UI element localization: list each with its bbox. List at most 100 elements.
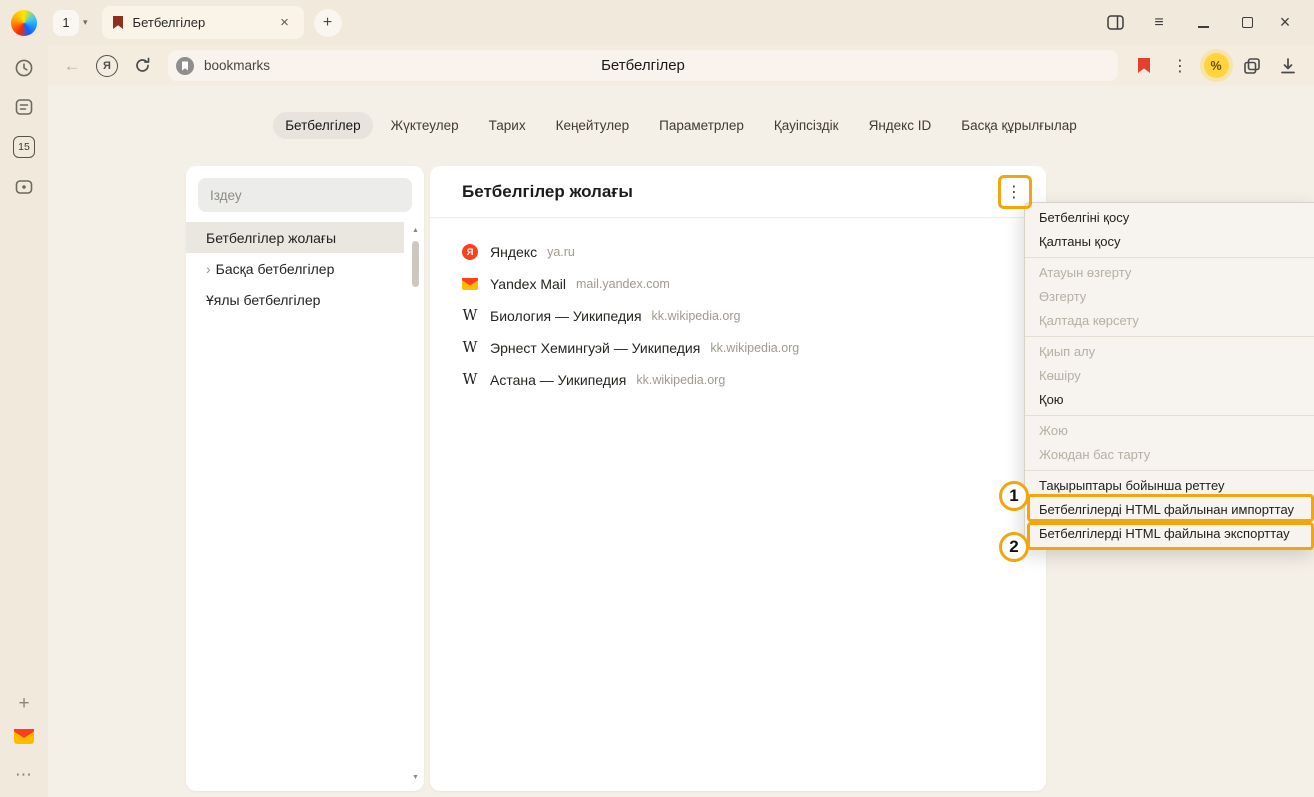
rail-more-button[interactable]: ⋯ bbox=[15, 765, 33, 785]
titlebar: 1 ▾ Бетбелгілер × + ≡ × bbox=[0, 0, 1314, 45]
tabs-panel-badge[interactable]: 15 bbox=[13, 136, 35, 158]
wikipedia-favicon: W bbox=[463, 309, 478, 324]
bookmark-url: ya.ru bbox=[547, 245, 575, 259]
tab-counter-value: 1 bbox=[53, 10, 79, 36]
sidebar-item-other-bookmarks[interactable]: › Басқа бетбелгілер bbox=[186, 253, 404, 284]
tab-favicon-bookmark-icon bbox=[112, 15, 124, 30]
menu-item-show-in-folder: Қалтада көрсету bbox=[1025, 309, 1314, 333]
bookmark-row[interactable]: W Биология — Уикипедия kk.wikipedia.org bbox=[462, 300, 1046, 332]
yandex-mail-icon[interactable] bbox=[14, 729, 34, 744]
menu-item-rename: Атауын өзгерту bbox=[1025, 261, 1314, 285]
bookmark-title: Яндекс bbox=[490, 244, 537, 260]
menu-group-clipboard: Қиып алу Көшіру Қою bbox=[1025, 336, 1314, 415]
browser-tab[interactable]: Бетбелгілер × bbox=[102, 6, 304, 39]
bookmark-url: kk.wikipedia.org bbox=[710, 341, 799, 355]
search-input[interactable] bbox=[198, 188, 412, 203]
tab-other-devices[interactable]: Басқа құрылғылар bbox=[949, 112, 1089, 139]
tabs-count-value: 15 bbox=[13, 136, 35, 158]
wikipedia-favicon: W bbox=[463, 341, 478, 356]
yandex-search-icon[interactable]: Я bbox=[96, 55, 118, 77]
history-icon[interactable] bbox=[14, 58, 34, 78]
bookmarks-sidebar: Бетбелгілер жолағы › Басқа бетбелгілер Ұ… bbox=[186, 166, 424, 791]
settings-nav: Бетбелгілер Жүктеулер Тарих Кеңейтулер П… bbox=[48, 112, 1314, 139]
page-favicon-icon bbox=[176, 57, 194, 75]
browser-menu-icon[interactable]: ≡ bbox=[1144, 8, 1174, 38]
messenger-icon[interactable] bbox=[14, 177, 34, 197]
yandex-browser-logo-icon bbox=[11, 10, 37, 36]
sidebar-item-label: Ұялы бетбелгілер bbox=[206, 292, 320, 308]
bookmark-url: kk.wikipedia.org bbox=[636, 373, 725, 387]
sidebar-item-mobile-bookmarks[interactable]: Ұялы бетбелгілер bbox=[186, 284, 404, 315]
menu-item-edit: Өзгерту bbox=[1025, 285, 1314, 309]
scroll-up-icon[interactable]: ▲ bbox=[408, 224, 423, 238]
sidebar-item-label: Басқа бетбелгілер bbox=[216, 261, 335, 277]
bookmark-title: Yandex Mail bbox=[490, 276, 566, 292]
chevron-down-icon: ▾ bbox=[83, 17, 88, 28]
chevron-right-icon[interactable]: › bbox=[206, 261, 211, 277]
scrollbar-thumb[interactable] bbox=[412, 241, 419, 287]
sidebar-item-label: Бетбелгілер жолағы bbox=[206, 230, 336, 246]
menu-group-delete: Жою Жоюдан бас тарту bbox=[1025, 415, 1314, 470]
sidebar-scrollbar[interactable]: ▲ ▼ bbox=[408, 224, 423, 785]
bookmark-list: Я Яндекс ya.ru Yandex Mail mail.yandex.c… bbox=[430, 218, 1046, 396]
add-panel-button[interactable]: + bbox=[18, 693, 29, 715]
menu-item-copy: Көшіру bbox=[1025, 364, 1314, 388]
new-tab-button[interactable]: + bbox=[314, 9, 342, 37]
tab-bookmarks[interactable]: Бетбелгілер bbox=[273, 112, 372, 139]
menu-group-add: Бетбелгіні қосу Қалтаны қосу bbox=[1025, 203, 1314, 257]
bookmark-url: mail.yandex.com bbox=[576, 277, 670, 291]
reload-icon[interactable] bbox=[128, 52, 156, 80]
address-bar[interactable]: bookmarks Бетбелгілер bbox=[168, 50, 1118, 81]
back-icon[interactable]: ← bbox=[58, 52, 86, 80]
wikipedia-favicon: W bbox=[463, 373, 478, 388]
search-box bbox=[198, 178, 412, 212]
bookmark-row[interactable]: Yandex Mail mail.yandex.com bbox=[462, 268, 1046, 300]
bookmark-flag-icon[interactable] bbox=[1130, 52, 1158, 80]
bookmark-row[interactable]: W Астана — Уикипедия kk.wikipedia.org bbox=[462, 364, 1046, 396]
tab-settings[interactable]: Параметрлер bbox=[647, 112, 756, 139]
menu-group-tools: Тақырыптары бойынша реттеу Бетбелгілерді… bbox=[1025, 470, 1314, 549]
tab-title: Бетбелгілер bbox=[133, 15, 276, 30]
bookmark-row[interactable]: Я Яндекс ya.ru bbox=[462, 236, 1046, 268]
menu-item-add-bookmark[interactable]: Бетбелгіні қосу bbox=[1025, 206, 1314, 230]
bookmark-row[interactable]: W Эрнест Хемингуэй — Уикипедия kk.wikipe… bbox=[462, 332, 1046, 364]
side-rail: 15 + ⋯ bbox=[0, 45, 48, 797]
page-section-title: Бетбелгілер жолағы bbox=[462, 182, 633, 202]
minimize-icon bbox=[1198, 26, 1209, 28]
menu-group-edit: Атауын өзгерту Өзгерту Қалтада көрсету bbox=[1025, 257, 1314, 336]
tab-extensions[interactable]: Кеңейтулер bbox=[544, 112, 642, 139]
tab-yandex-id[interactable]: Яндекс ID bbox=[857, 112, 944, 139]
folder-tree: Бетбелгілер жолағы › Басқа бетбелгілер Ұ… bbox=[186, 222, 424, 315]
address-toolbar: ← Я bookmarks Бетбелгілер ⋮ % bbox=[48, 45, 1314, 86]
url-text: bookmarks bbox=[204, 58, 270, 73]
bookmark-title: Эрнест Хемингуэй — Уикипедия bbox=[490, 340, 700, 356]
minimize-button[interactable] bbox=[1188, 8, 1218, 38]
notes-icon[interactable] bbox=[14, 97, 34, 117]
side-panel-icon[interactable] bbox=[1100, 8, 1130, 38]
tab-history[interactable]: Тарих bbox=[477, 112, 538, 139]
tab-security[interactable]: Қауіпсіздік bbox=[762, 112, 851, 139]
menu-item-sort-by-title[interactable]: Тақырыптары бойынша реттеу bbox=[1025, 474, 1314, 498]
tab-counter-button[interactable]: 1 ▾ bbox=[53, 10, 88, 36]
toolbar-kebab-icon[interactable]: ⋮ bbox=[1166, 52, 1194, 80]
bookmarks-kebab-menu-button[interactable]: ⋮ bbox=[1001, 179, 1027, 205]
menu-item-paste[interactable]: Қою bbox=[1025, 388, 1314, 412]
maximize-button[interactable] bbox=[1232, 8, 1262, 38]
menu-item-export-html[interactable]: Бетбелгілерді HTML файлына экспорттау bbox=[1025, 522, 1314, 546]
collections-icon[interactable] bbox=[1238, 52, 1266, 80]
menu-item-import-html[interactable]: Бетбелгілерді HTML файлынан импорттау bbox=[1025, 498, 1314, 522]
percent-glyph: % bbox=[1204, 53, 1229, 78]
bookmark-title: Астана — Уикипедия bbox=[490, 372, 626, 388]
close-window-button[interactable]: × bbox=[1270, 8, 1300, 38]
percent-offers-icon[interactable]: % bbox=[1202, 52, 1230, 80]
yandex-mail-favicon bbox=[462, 276, 478, 292]
sidebar-item-bookmarks-bar[interactable]: Бетбелгілер жолағы bbox=[186, 222, 404, 253]
downloads-icon[interactable] bbox=[1274, 52, 1302, 80]
scroll-down-icon[interactable]: ▼ bbox=[408, 771, 423, 785]
tab-close-icon[interactable]: × bbox=[276, 14, 294, 31]
bookmark-url: kk.wikipedia.org bbox=[652, 309, 741, 323]
tab-downloads[interactable]: Жүктеулер bbox=[379, 112, 471, 139]
bookmark-title: Биология — Уикипедия bbox=[490, 308, 642, 324]
menu-item-add-folder[interactable]: Қалтаны қосу bbox=[1025, 230, 1314, 254]
bookmarks-context-menu: Бетбелгіні қосу Қалтаны қосу Атауын өзге… bbox=[1024, 202, 1314, 550]
